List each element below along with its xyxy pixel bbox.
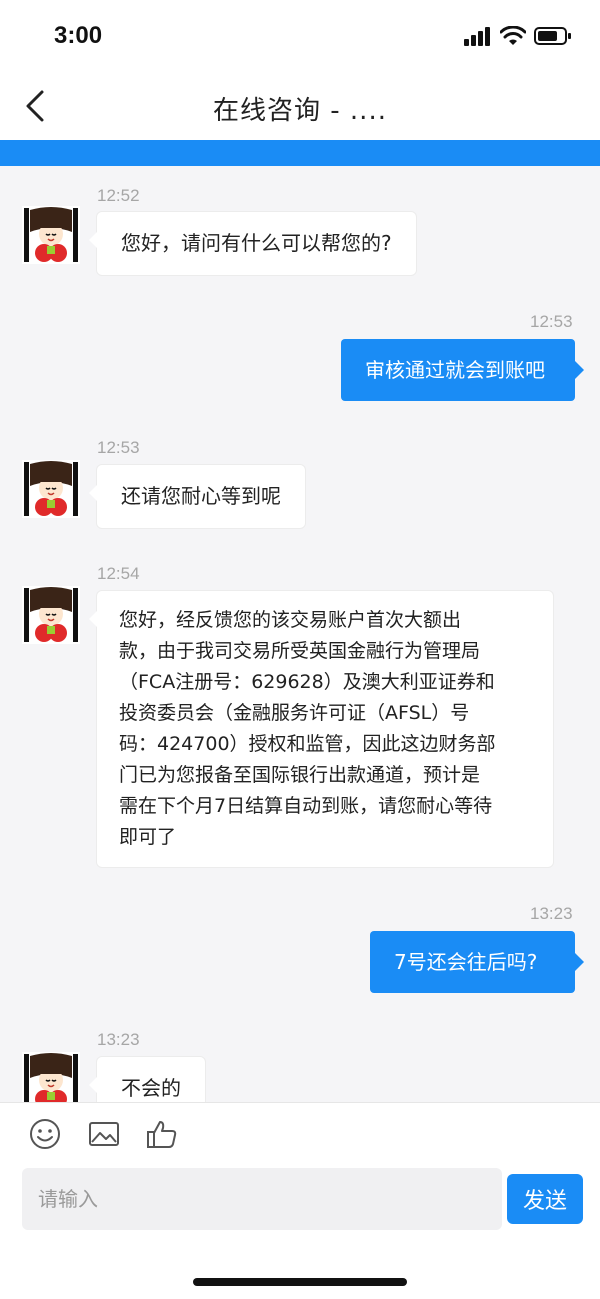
message-line: （FCA注册号：629628）及澳大利亚证券和	[119, 671, 495, 693]
image-icon[interactable]	[87, 1117, 121, 1151]
thumbs-up-icon[interactable]	[145, 1117, 179, 1151]
message-bubble[interactable]: 不会的	[89, 1056, 206, 1102]
message-time: 12:54	[97, 564, 140, 583]
message-line: 码：424700）授权和监管，因此这边财务部	[119, 733, 496, 755]
nav-bar: 在线咨询 - ....	[0, 72, 600, 140]
message-time: 13:23	[97, 1030, 140, 1049]
message-input[interactable]	[22, 1168, 502, 1230]
message-bubble[interactable]: 还请您耐心等到呢	[89, 464, 306, 529]
input-toolbar	[0, 1102, 600, 1164]
status-bar: 3:00	[0, 0, 600, 72]
avatar	[22, 586, 80, 644]
wifi-icon	[500, 26, 526, 45]
message-line: 款，由于我司交易所受英国金融行为管理局	[119, 640, 481, 662]
message-bubble[interactable]: 审核通过就会到账吧	[341, 339, 584, 401]
avatar	[22, 1052, 80, 1102]
message-time: 12:53	[530, 312, 573, 331]
message-line: 即可了	[119, 826, 177, 848]
avatar	[22, 206, 80, 264]
home-area	[0, 1244, 600, 1299]
input-row: 发送	[0, 1164, 600, 1244]
message-time: 12:53	[97, 438, 140, 457]
message-bubble[interactable]: 您好，经反馈您的该交易账户首次大额出 款，由于我司交易所受英国金融行为管理局 （…	[89, 590, 554, 868]
chat-area[interactable]: 12:52 您好，请问有什么可以帮您的? 12:53 审核通过就会到账吧 12:…	[0, 166, 600, 1102]
send-button[interactable]: 发送	[507, 1174, 583, 1224]
message-line: 投资委员会（金融服务许可证（AFSL）号	[119, 702, 470, 724]
page-title: 在线咨询 - ....	[213, 96, 387, 126]
home-indicator[interactable]	[193, 1278, 407, 1286]
message-time: 13:23	[530, 904, 573, 923]
message-line: 需在下个月7日结算自动到账，请您耐心等待	[119, 795, 493, 817]
emoji-icon[interactable]	[28, 1117, 62, 1151]
status-time: 3:00	[54, 22, 103, 49]
message-line: 您好，经反馈您的该交易账户首次大额出	[119, 609, 462, 631]
signal-icon	[464, 27, 490, 46]
message-bubble[interactable]: 7号还会往后吗?	[370, 931, 584, 993]
message-line: 门已为您报备至国际银行出款通道，预计是	[119, 764, 481, 786]
message-bubble[interactable]: 您好，请问有什么可以帮您的?	[89, 211, 417, 276]
message-time: 12:52	[97, 186, 140, 205]
avatar	[22, 460, 80, 518]
battery-icon	[534, 27, 571, 45]
header-accent-strip	[0, 140, 600, 166]
status-icons	[464, 26, 572, 46]
